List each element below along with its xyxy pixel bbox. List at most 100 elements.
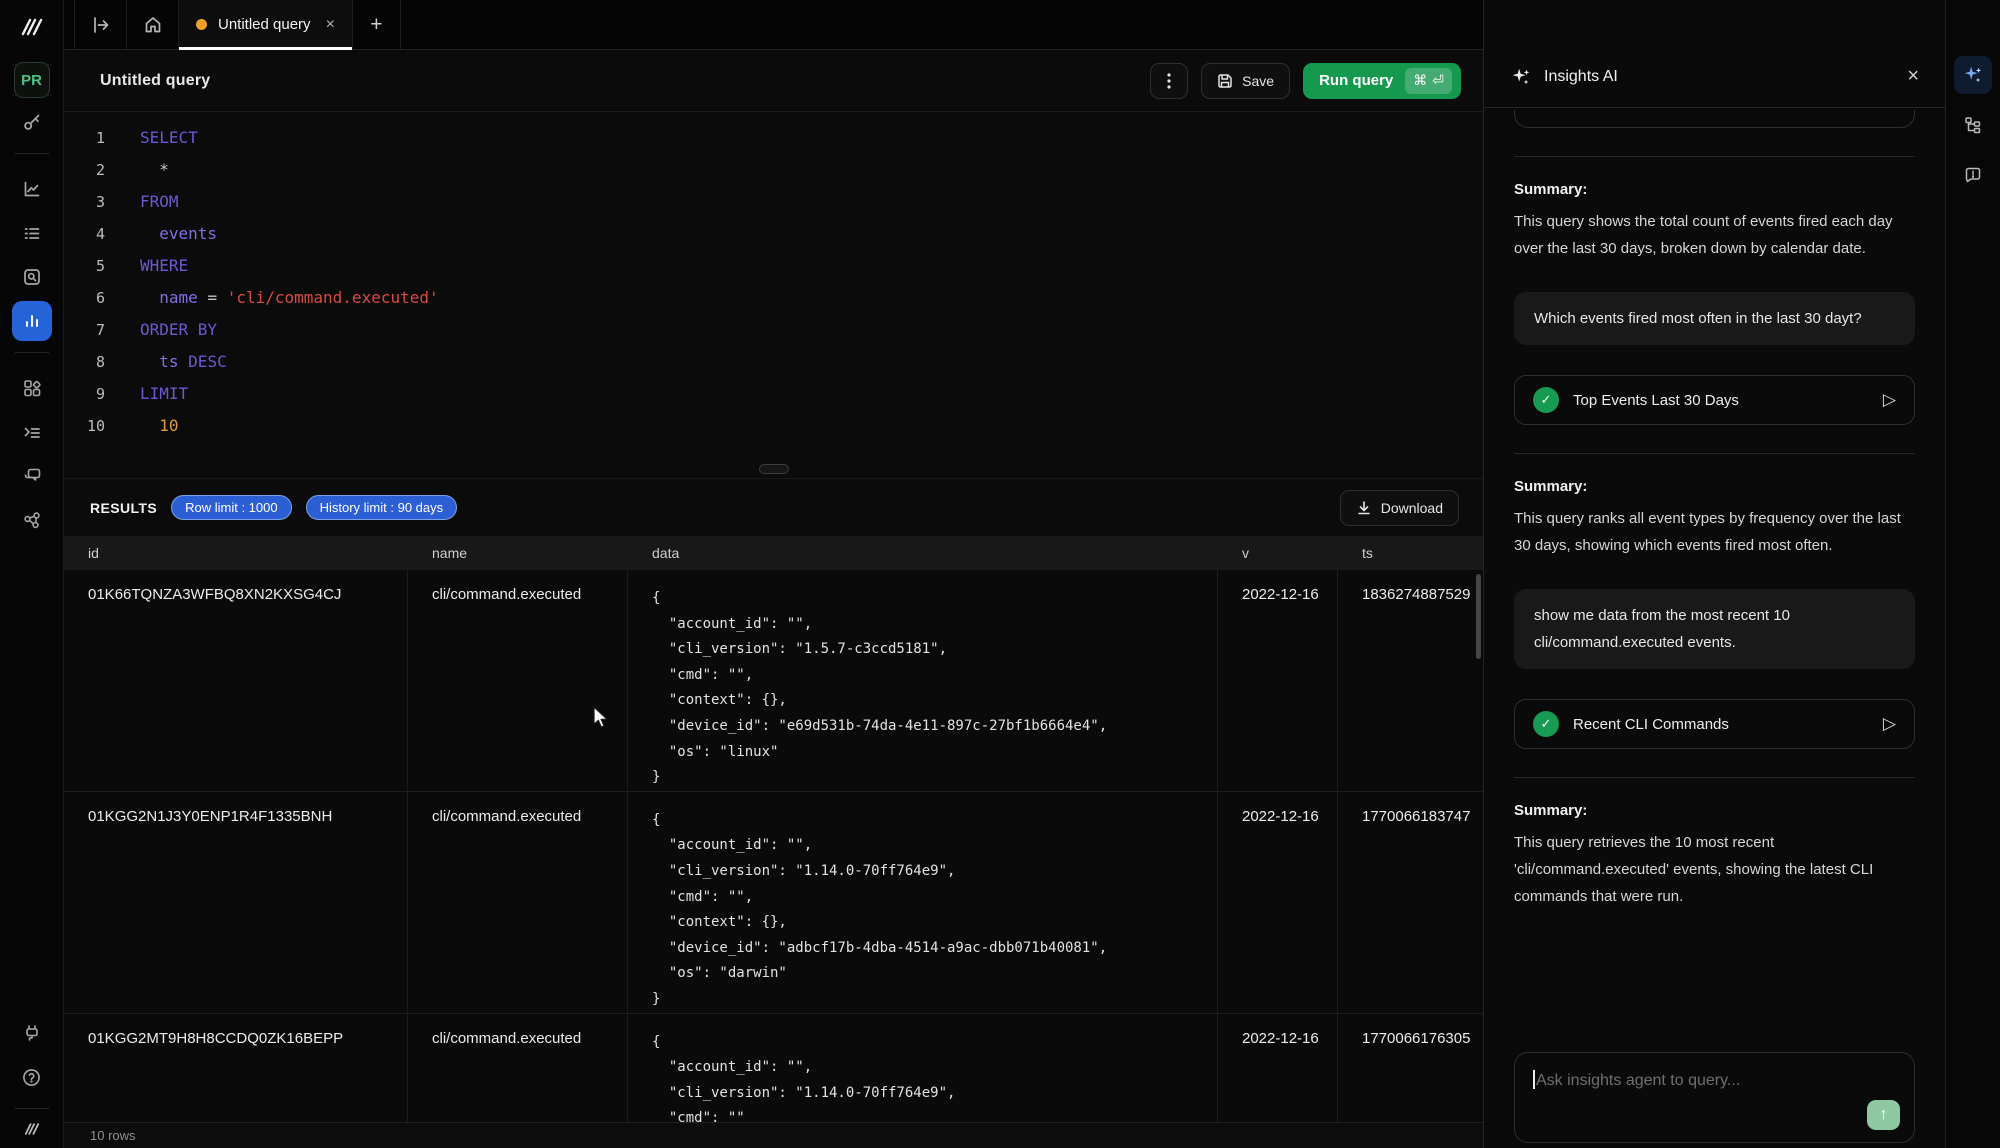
event-list-icon[interactable] bbox=[12, 213, 52, 253]
close-insights-icon[interactable]: × bbox=[1907, 65, 1919, 88]
run-query-button[interactable]: Run query ⌘ ⏎ bbox=[1303, 63, 1461, 99]
tab-title: Untitled query bbox=[218, 16, 311, 33]
table-row[interactable]: 01KGG2N1J3Y0ENP1R4F1335BNHcli/command.ex… bbox=[64, 792, 1483, 1014]
history-limit-badge[interactable]: History limit : 90 days bbox=[306, 495, 458, 520]
brand-logo-icon bbox=[15, 14, 49, 40]
chat-threads-icon[interactable] bbox=[12, 456, 52, 496]
column-header-name: name bbox=[408, 545, 628, 561]
cell-v: 2022-12-16 bbox=[1218, 570, 1338, 791]
line-number: 5 bbox=[64, 250, 105, 282]
download-button[interactable]: Download bbox=[1340, 490, 1459, 526]
results-label: RESULTS bbox=[90, 500, 157, 516]
cell-name: cli/command.executed bbox=[408, 1014, 628, 1123]
integrations-nodes-icon[interactable] bbox=[12, 500, 52, 540]
line-number: 6 bbox=[64, 282, 105, 314]
home-button[interactable] bbox=[126, 0, 178, 49]
query-header: Untitled query Save bbox=[64, 50, 1483, 112]
line-number: 8 bbox=[64, 346, 105, 378]
save-button[interactable]: Save bbox=[1201, 63, 1290, 99]
user-message: Which events fired most often in the las… bbox=[1514, 292, 1915, 345]
insights-ai-tab-icon[interactable] bbox=[1954, 56, 1992, 94]
ask-agent-input[interactable]: Ask insights agent to query... ↑ bbox=[1514, 1052, 1915, 1143]
summary-text: This query ranks all event types by freq… bbox=[1514, 505, 1915, 559]
right-icon-rail bbox=[1945, 0, 2000, 1148]
column-header-ts: ts bbox=[1338, 545, 1483, 561]
splitter-drag-handle[interactable] bbox=[759, 464, 789, 474]
feedback-icon[interactable] bbox=[1954, 156, 1992, 194]
cell-id: 01KGG2MT9H8H8CCDQ0ZK16BEPP bbox=[64, 1014, 408, 1123]
saved-query-label: Recent CLI Commands bbox=[1573, 716, 1729, 733]
conversation-divider bbox=[1514, 156, 1915, 157]
sparkles-icon bbox=[1510, 66, 1532, 88]
sql-token-kw: DESC bbox=[188, 352, 227, 371]
sql-token-op: = bbox=[207, 288, 226, 307]
sql-token-num: 10 bbox=[140, 416, 179, 435]
sql-token-op: * bbox=[140, 160, 169, 179]
enter-key-icon: ⏎ bbox=[1432, 72, 1444, 89]
tab-close-icon[interactable]: × bbox=[326, 16, 335, 34]
code-line: 5WHERE bbox=[64, 250, 1483, 282]
cmd-key-icon: ⌘ bbox=[1413, 72, 1427, 89]
line-number: 9 bbox=[64, 378, 105, 410]
run-saved-query-icon[interactable]: ▷ bbox=[1883, 390, 1896, 410]
check-circle-icon: ✓ bbox=[1533, 387, 1559, 413]
table-row[interactable]: 01K66TQNZA3WFBQ8XN2KXSG4CJcli/command.ex… bbox=[64, 570, 1483, 792]
keys-icon[interactable] bbox=[12, 102, 52, 142]
new-tab-button[interactable]: + bbox=[353, 0, 401, 49]
cell-ts: 1836274887529 bbox=[1338, 570, 1483, 791]
toggle-sidebar-button[interactable] bbox=[74, 0, 126, 49]
app-root: PR bbox=[0, 0, 2000, 1148]
scrolled-card-partial bbox=[1514, 110, 1915, 128]
cell-data-json: { "account_id": "", "cli_version": "1.5.… bbox=[628, 570, 1218, 791]
cell-data-json: { "account_id": "", "cli_version": "1.14… bbox=[628, 1014, 1218, 1123]
table-scrollbar-thumb[interactable] bbox=[1476, 574, 1481, 659]
pane-splitter bbox=[64, 460, 1483, 478]
tab-untitled-query[interactable]: Untitled query × bbox=[178, 0, 353, 49]
saved-query-card[interactable]: ✓Recent CLI Commands▷ bbox=[1514, 699, 1915, 749]
plugins-icon[interactable] bbox=[12, 1013, 52, 1053]
cell-name: cli/command.executed bbox=[408, 792, 628, 1013]
insights-sections: Summary:This query shows the total count… bbox=[1514, 108, 1915, 910]
summary-text: This query retrieves the 10 most recent … bbox=[1514, 829, 1915, 910]
code-line: 4 events bbox=[64, 218, 1483, 250]
cell-id: 01KGG2N1J3Y0ENP1R4F1335BNH bbox=[64, 792, 408, 1013]
table-row[interactable]: 01KGG2MT9H8H8CCDQ0ZK16BEPPcli/command.ex… bbox=[64, 1014, 1483, 1123]
sql-token-kw: ORDER BY bbox=[140, 320, 217, 339]
send-button[interactable]: ↑ bbox=[1867, 1100, 1900, 1130]
code-line: 10 10 bbox=[64, 410, 1483, 442]
main-column: Untitled query × + Untitled query bbox=[64, 0, 1483, 1148]
code-text: SELECT bbox=[105, 122, 198, 154]
line-number: 7 bbox=[64, 314, 105, 346]
sql-token-kw: FROM bbox=[140, 192, 179, 211]
saved-query-label: Top Events Last 30 Days bbox=[1573, 392, 1739, 409]
search-explorer-icon[interactable] bbox=[12, 257, 52, 297]
run-saved-query-icon[interactable]: ▷ bbox=[1883, 714, 1896, 734]
metrics-icon[interactable] bbox=[12, 169, 52, 209]
terminal-runs-icon[interactable] bbox=[12, 412, 52, 452]
saved-query-card[interactable]: ✓ Top Events Last 30 Days ▷ bbox=[1514, 375, 1915, 425]
sql-token-ident: name bbox=[140, 288, 207, 307]
results-table-header: idnamedatavts bbox=[64, 536, 1483, 570]
text-caret bbox=[1533, 1070, 1535, 1089]
run-query-label: Run query bbox=[1319, 72, 1393, 89]
apps-grid-icon[interactable] bbox=[12, 368, 52, 408]
brand-logo-small-icon bbox=[18, 1120, 46, 1138]
code-text: events bbox=[105, 218, 217, 250]
sql-editor[interactable]: 1SELECT2 *3FROM4 events5WHERE6 name = 'c… bbox=[64, 112, 1483, 460]
header-actions: Save Run query ⌘ ⏎ bbox=[1150, 63, 1461, 99]
code-line: 1SELECT bbox=[64, 122, 1483, 154]
help-icon[interactable] bbox=[12, 1057, 52, 1097]
code-text: FROM bbox=[105, 186, 179, 218]
cell-ts: 1770066183747 bbox=[1338, 792, 1483, 1013]
cell-id: 01K66TQNZA3WFBQ8XN2KXSG4CJ bbox=[64, 570, 408, 791]
sql-token-kw: SELECT bbox=[140, 128, 198, 147]
line-number: 2 bbox=[64, 154, 105, 186]
schema-tree-icon[interactable] bbox=[1954, 106, 1992, 144]
row-limit-badge[interactable]: Row limit : 1000 bbox=[171, 495, 291, 520]
workspace-badge[interactable]: PR bbox=[14, 62, 50, 98]
cell-data-json: { "account_id": "", "cli_version": "1.14… bbox=[628, 792, 1218, 1013]
page-title: Untitled query bbox=[100, 72, 210, 90]
insights-charts-icon-active[interactable] bbox=[12, 301, 52, 341]
more-options-button[interactable] bbox=[1150, 63, 1188, 99]
save-icon bbox=[1217, 73, 1233, 89]
